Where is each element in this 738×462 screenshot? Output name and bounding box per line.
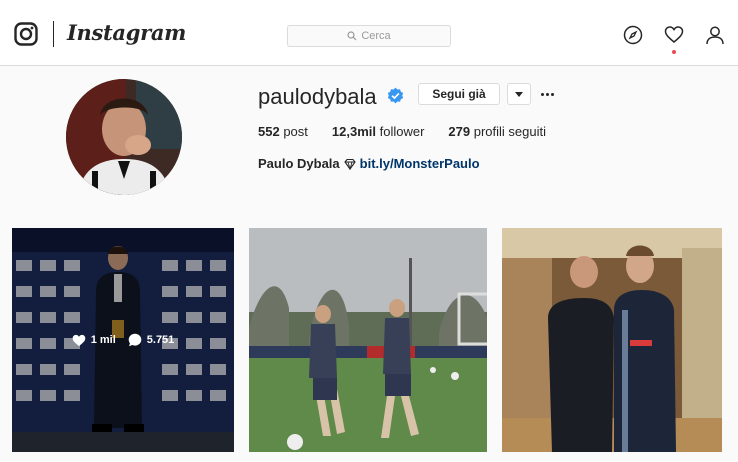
- ellipsis-dot: [550, 92, 554, 96]
- ellipsis-dot: [540, 92, 544, 96]
- posts-count: 552 post: [258, 124, 308, 139]
- search-placeholder: Cerca: [361, 30, 391, 42]
- bio-full-name: Paulo Dybala: [258, 156, 340, 171]
- heart-icon[interactable]: [664, 25, 684, 45]
- post-hover-overlay: 1 mil 5.751: [12, 228, 234, 452]
- post-thumbnail[interactable]: [502, 228, 722, 452]
- followers-count[interactable]: 12,3mil follower: [332, 124, 425, 139]
- comments-count: 5.751: [128, 333, 175, 347]
- chevron-down-icon: [515, 91, 523, 97]
- stat-label: profili seguiti: [473, 124, 547, 139]
- post-image: [502, 228, 722, 452]
- following-button[interactable]: Segui già: [418, 83, 500, 105]
- stat-label: post: [283, 124, 308, 139]
- top-navigation-bar: Instagram Cerca: [0, 0, 738, 66]
- instagram-wordmark[interactable]: Instagram: [67, 20, 186, 45]
- user-icon[interactable]: [705, 25, 725, 45]
- search-icon: [347, 31, 357, 41]
- notification-dot: [672, 50, 676, 54]
- logo-divider: [53, 21, 54, 47]
- comments-value: 5.751: [146, 334, 175, 346]
- more-options-button[interactable]: [538, 84, 556, 104]
- likes-count: 1 mil: [72, 334, 116, 347]
- post-thumbnail[interactable]: [249, 228, 487, 452]
- stat-value: 279: [448, 124, 471, 139]
- bio-link[interactable]: bit.ly/MonsterPaulo: [360, 156, 480, 171]
- post-thumbnail[interactable]: 1 mil 5.751: [12, 228, 234, 452]
- diamond-emoji-icon: [343, 158, 356, 170]
- ellipsis-dot: [545, 92, 549, 96]
- comment-filled-icon: [128, 333, 142, 347]
- profile-bio: Paulo Dybala bit.ly/MonsterPaulo: [258, 156, 480, 171]
- likes-value: 1 mil: [90, 334, 116, 346]
- search-input[interactable]: Cerca: [287, 25, 451, 47]
- instagram-camera-icon[interactable]: [14, 22, 38, 46]
- heart-filled-icon: [72, 334, 85, 346]
- profile-stats: 552 post 12,3mil follower 279 profili se…: [258, 124, 570, 139]
- following-count[interactable]: 279 profili seguiti: [448, 124, 546, 139]
- stat-value: 12,3mil: [331, 124, 376, 139]
- verified-badge-icon: [387, 87, 404, 104]
- profile-avatar[interactable]: [66, 79, 182, 195]
- profile-username: paulodybala: [258, 84, 377, 109]
- stat-value: 552: [258, 124, 280, 139]
- stat-label: follower: [379, 124, 425, 139]
- compass-icon[interactable]: [623, 25, 643, 45]
- post-image: [249, 228, 487, 452]
- suggestions-dropdown-button[interactable]: [507, 83, 531, 105]
